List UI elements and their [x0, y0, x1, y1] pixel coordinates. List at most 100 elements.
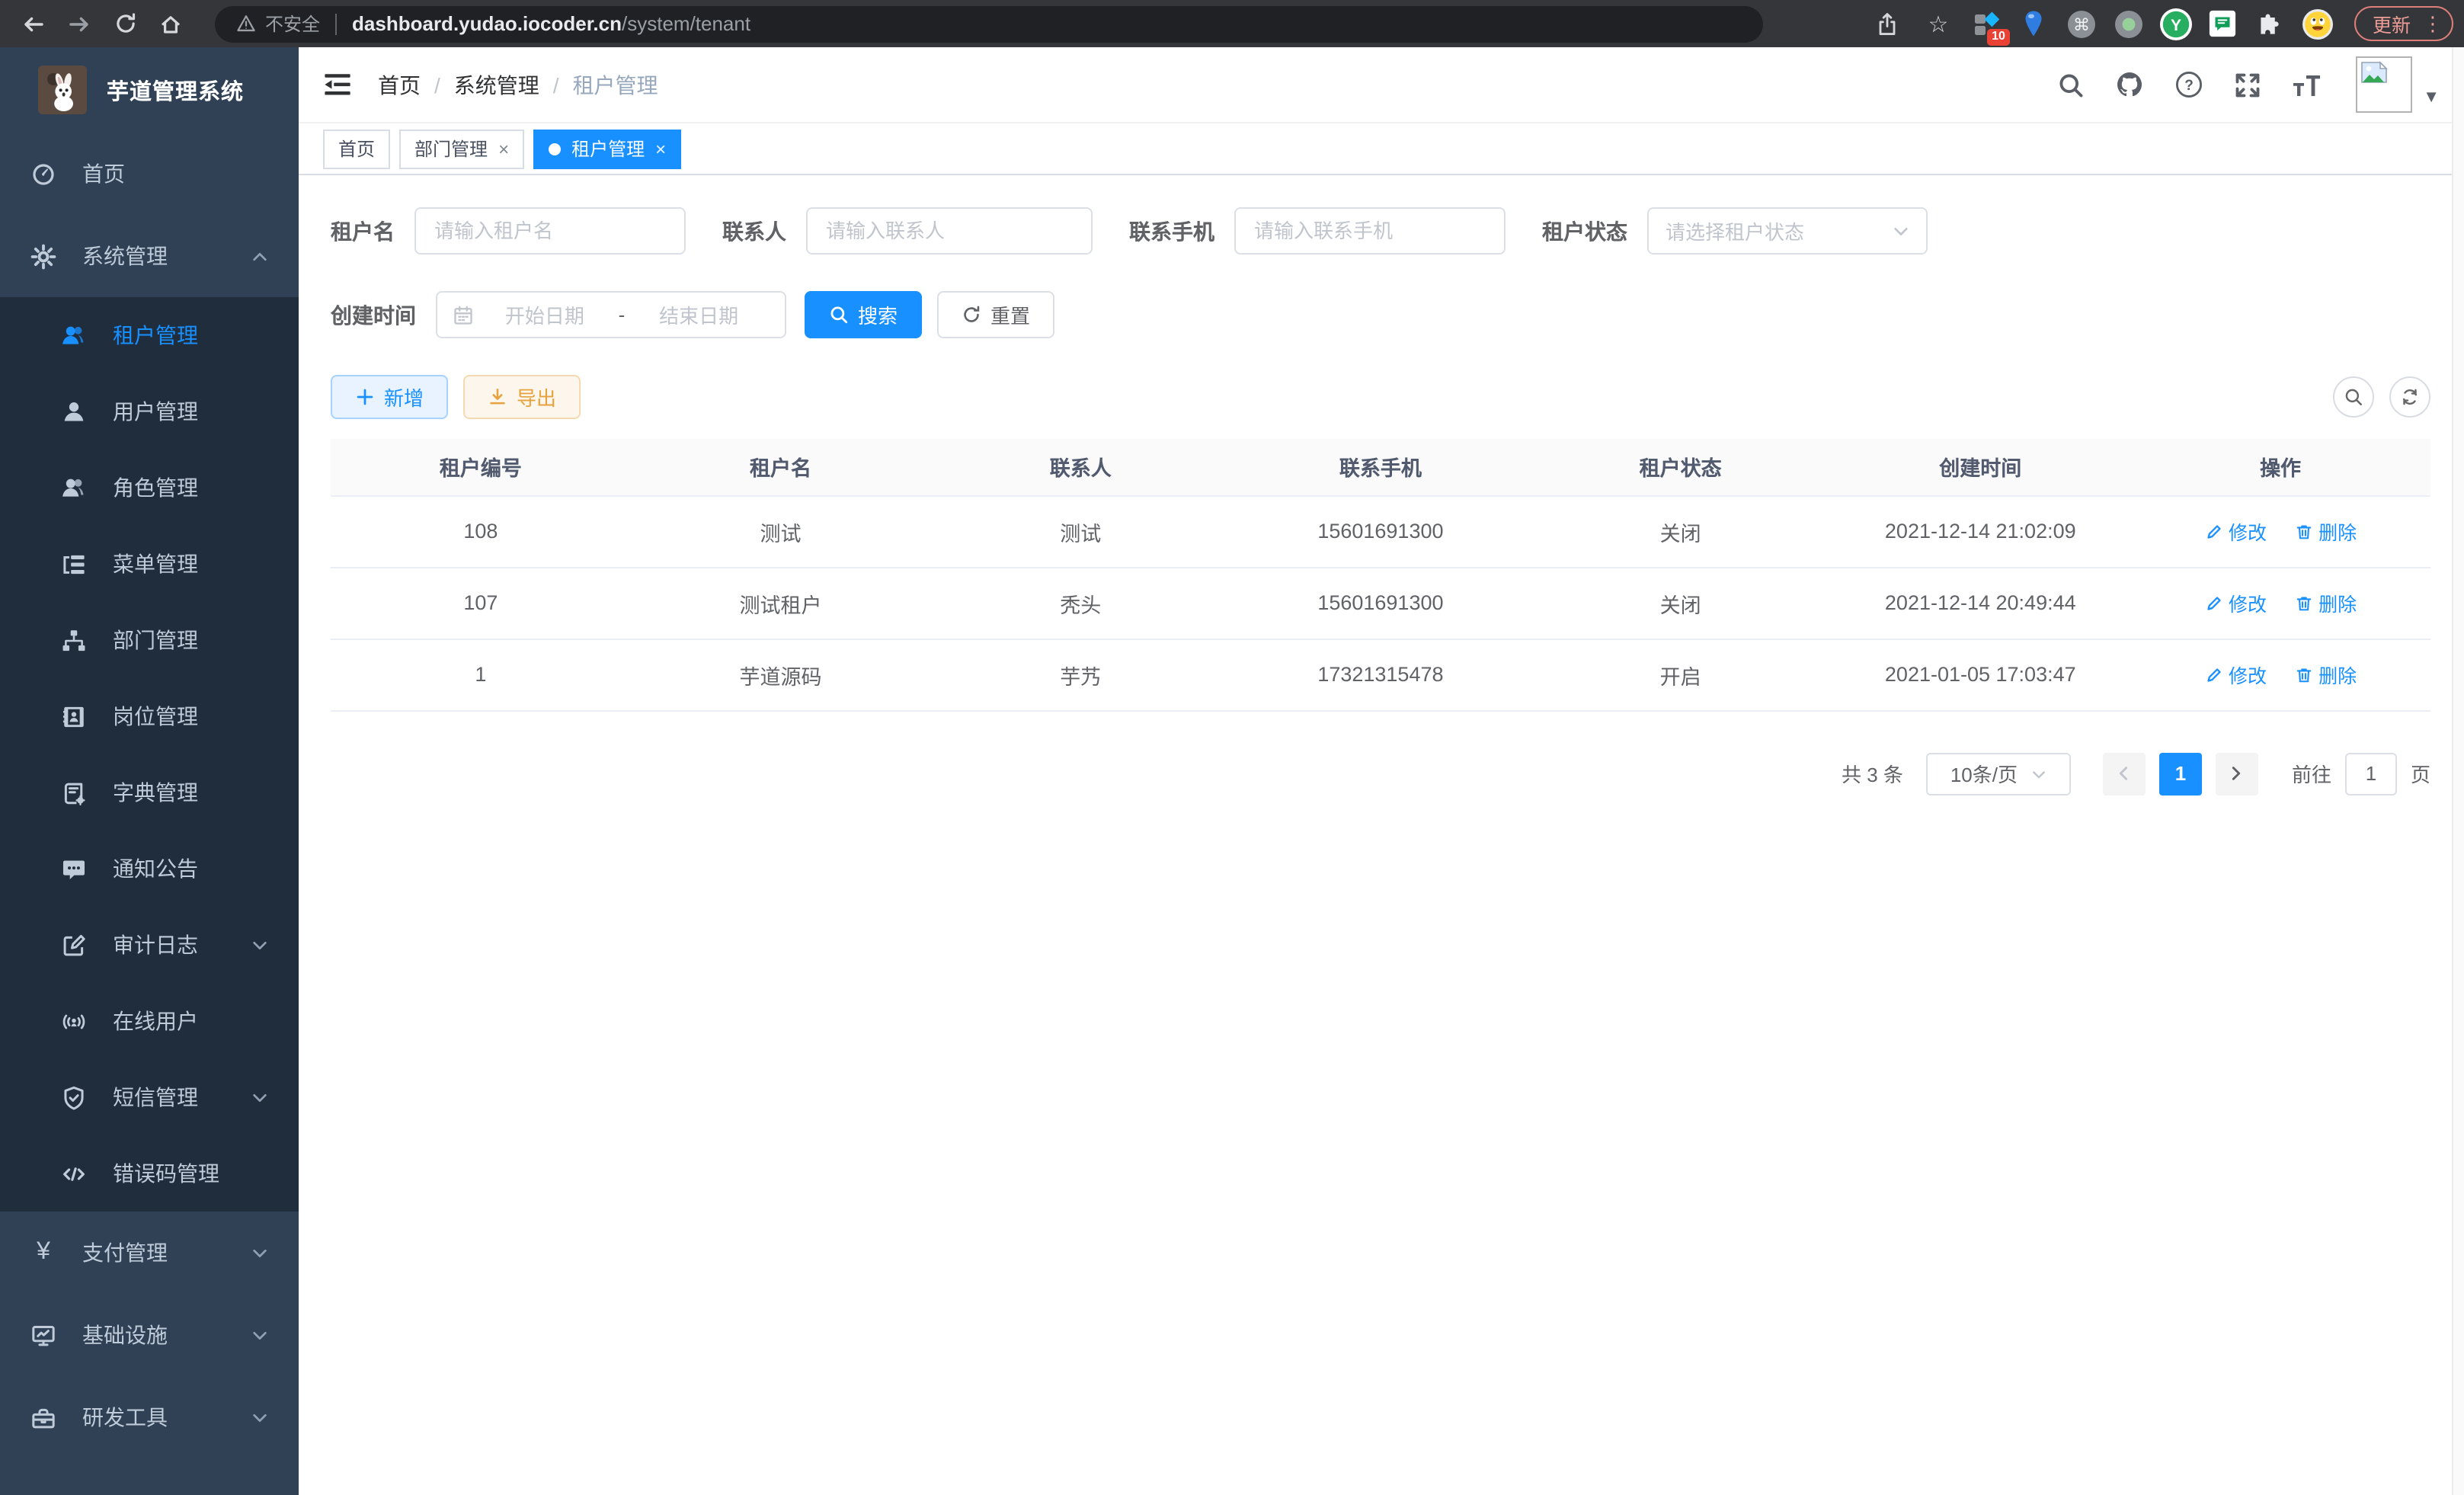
tab-label: 租户管理 [571, 136, 645, 162]
table-row: 108 测试 测试 15601691300 关闭 2021-12-14 21:0… [331, 495, 2430, 567]
sidebar-item-dict[interactable]: 字典管理 [0, 754, 299, 831]
date-range-picker[interactable]: 开始日期 - 结束日期 [436, 291, 786, 338]
export-button[interactable]: 导出 [463, 375, 581, 419]
profile-avatar-icon[interactable] [2301, 7, 2334, 40]
menu-tree-icon [61, 551, 87, 577]
edit-link[interactable]: 修改 [2204, 660, 2267, 689]
next-page-button[interactable] [2216, 752, 2258, 795]
close-icon[interactable]: × [655, 138, 666, 159]
tab-tenant[interactable]: 租户管理 × [533, 129, 681, 168]
toggle-search-button[interactable] [2333, 376, 2374, 418]
add-button[interactable]: 新增 [331, 375, 448, 419]
browser-menu-icon[interactable]: ⋮ [2423, 11, 2443, 36]
mobile-input[interactable] [1234, 207, 1506, 255]
search-button[interactable]: 搜索 [805, 291, 922, 338]
site-security[interactable]: 不安全 [236, 11, 320, 37]
post-icon [61, 703, 87, 729]
chrome-update-button[interactable]: 更新 ⋮ [2354, 6, 2453, 41]
chevron-down-icon [1893, 222, 1909, 239]
sidebar-item-online-user[interactable]: 在线用户 [0, 983, 299, 1059]
status-label: 租户状态 [1542, 216, 1647, 246]
sidebar-item-notice[interactable]: 通知公告 [0, 831, 299, 907]
filter-contact: 联系人 [722, 207, 1093, 255]
fullscreen-icon[interactable] [2234, 71, 2261, 98]
extensions-puzzle-icon[interactable] [2254, 7, 2287, 40]
sidebar-item-menu[interactable]: 菜单管理 [0, 526, 299, 602]
font-size-icon[interactable] [2292, 71, 2322, 98]
screen: 不安全 dashboard.yudao.iocoder.cn/system/te… [0, 0, 2464, 1495]
prev-page-button[interactable] [2103, 752, 2146, 795]
edit-link[interactable]: 修改 [2204, 588, 2267, 617]
svg-text:Y: Y [2171, 16, 2181, 34]
edit-link[interactable]: 修改 [2204, 517, 2267, 546]
tab-dept[interactable]: 部门管理 × [399, 129, 524, 168]
table-header-row: 租户编号 租户名 联系人 联系手机 租户状态 创建时间 操作 [331, 439, 2430, 495]
user-menu[interactable]: ▼ [2356, 56, 2440, 113]
tab-label: 首页 [338, 136, 375, 162]
sidebar-item-role[interactable]: 角色管理 [0, 450, 299, 526]
share-icon[interactable] [1870, 5, 1906, 42]
tenant-name-input[interactable] [414, 207, 686, 255]
cell-mobile: 15601691300 [1230, 495, 1531, 567]
trash-icon [2294, 594, 2312, 612]
devtool-icon [30, 1404, 56, 1430]
delete-link[interactable]: 删除 [2294, 660, 2357, 689]
delete-link[interactable]: 删除 [2294, 517, 2357, 546]
avatar[interactable] [2356, 56, 2412, 113]
breadcrumb-section[interactable]: 系统管理 [454, 69, 539, 100]
sidebar-item-post[interactable]: 岗位管理 [0, 678, 299, 754]
header-search-icon[interactable] [2057, 71, 2085, 98]
breadcrumb-home[interactable]: 首页 [378, 69, 421, 100]
bookmark-star-icon[interactable]: ☆ [1920, 5, 1957, 42]
sidebar-item-devtool[interactable]: 研发工具 [0, 1376, 299, 1458]
cell-contact: 秃头 [930, 567, 1230, 639]
gear-icon [30, 243, 56, 269]
reset-button[interactable]: 重置 [937, 291, 1054, 338]
delete-link[interactable]: 删除 [2294, 588, 2357, 617]
extension-command-icon[interactable]: ⌘ [2065, 7, 2098, 40]
extension-green-dot-icon[interactable] [2112, 7, 2146, 40]
search-icon [2344, 387, 2363, 407]
cell-tenant-id: 107 [331, 567, 631, 639]
chevron-down-icon [251, 1327, 268, 1343]
extension-chat-icon[interactable] [2206, 7, 2240, 40]
close-icon[interactable]: × [498, 138, 509, 159]
sidebar-item-dept[interactable]: 部门管理 [0, 602, 299, 678]
cell-mobile: 17321315478 [1230, 639, 1531, 710]
sidebar-item-pay[interactable]: ¥ 支付管理 [0, 1212, 299, 1294]
refresh-table-button[interactable] [2389, 376, 2430, 418]
sidebar-item-sms[interactable]: 短信管理 [0, 1059, 299, 1135]
sidebar-item-user[interactable]: 用户管理 [0, 373, 299, 450]
contact-input[interactable] [806, 207, 1093, 255]
sidebar-item-tenant[interactable]: 租户管理 [0, 297, 299, 373]
help-icon[interactable]: ? [2174, 70, 2203, 99]
sidebar-item-error-code[interactable]: 错误码管理 [0, 1135, 299, 1212]
page-size-select[interactable]: 10条/页 [1926, 752, 2071, 795]
github-icon[interactable] [2115, 70, 2144, 99]
sidebar-item-home[interactable]: 首页 [0, 133, 299, 215]
sidebar-item-label: 用户管理 [113, 396, 198, 427]
sidebar-item-infra[interactable]: 基础设施 [0, 1294, 299, 1376]
browser-home-icon[interactable] [148, 4, 194, 43]
extension-balloon-icon[interactable] [2018, 7, 2051, 40]
extension-tampermonkey-icon[interactable]: 10 [1970, 7, 2004, 40]
svg-text:⌘: ⌘ [2073, 15, 2090, 34]
sidebar-toggle-icon[interactable] [323, 70, 352, 99]
address-bar[interactable]: 不安全 dashboard.yudao.iocoder.cn/system/te… [215, 5, 1763, 42]
current-page-button[interactable]: 1 [2159, 752, 2202, 795]
browser-reload-icon[interactable] [102, 4, 148, 43]
browser-back-icon[interactable] [11, 4, 56, 43]
tab-home[interactable]: 首页 [323, 129, 390, 168]
sidebar-item-system[interactable]: 系统管理 [0, 215, 299, 297]
sidebar-logo-row[interactable]: 芋道管理系统 [0, 47, 299, 133]
goto-page-input[interactable] [2345, 752, 2397, 795]
browser-forward-icon[interactable] [56, 4, 102, 43]
scrollbar[interactable] [2452, 47, 2464, 1495]
cell-contact: 测试 [930, 495, 1230, 567]
mobile-label: 联系手机 [1129, 216, 1234, 246]
status-select[interactable]: 请选择租户状态 [1647, 207, 1928, 255]
extension-y-icon[interactable]: Y [2159, 7, 2193, 40]
sidebar-item-audit-log[interactable]: 审计日志 [0, 907, 299, 983]
download-icon [488, 387, 507, 407]
dict-icon [61, 780, 87, 805]
